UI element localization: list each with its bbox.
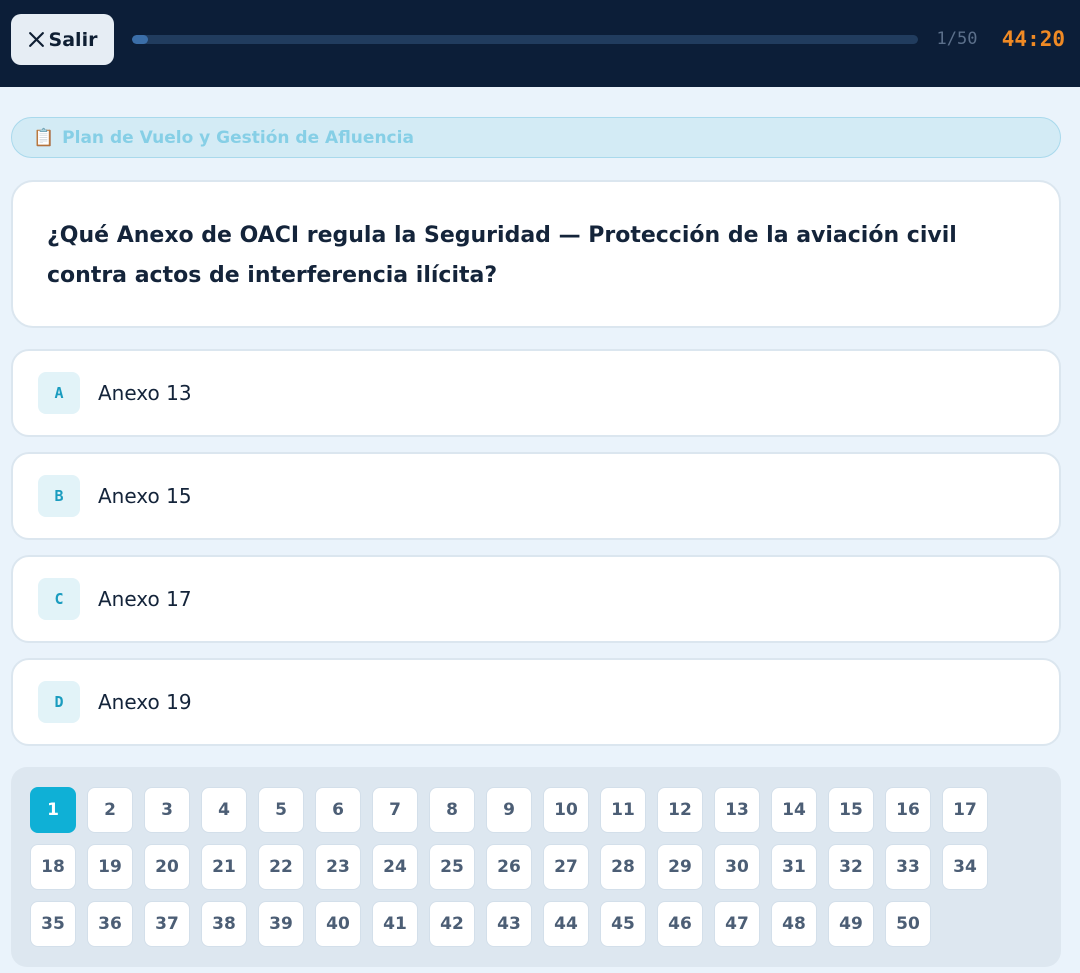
exit-button[interactable]: Salir (11, 14, 114, 65)
question-counter: 1/50 (936, 29, 978, 49)
question-nav-button-13[interactable]: 13 (714, 787, 760, 833)
category-label: Plan de Vuelo y Gestión de Afluencia (62, 127, 414, 148)
question-nav-button-42[interactable]: 42 (429, 901, 475, 947)
question-card: ¿Qué Anexo de OACI regula la Seguridad —… (11, 180, 1061, 328)
question-nav-button-37[interactable]: 37 (144, 901, 190, 947)
question-nav-button-10[interactable]: 10 (543, 787, 589, 833)
option-a[interactable]: A Anexo 13 (11, 349, 1061, 437)
question-nav-button-23[interactable]: 23 (315, 844, 361, 890)
question-nav-button-15[interactable]: 15 (828, 787, 874, 833)
option-d[interactable]: D Anexo 19 (11, 658, 1061, 746)
exit-label: Salir (48, 28, 98, 51)
option-c[interactable]: C Anexo 17 (11, 555, 1061, 643)
question-nav-button-5[interactable]: 5 (258, 787, 304, 833)
question-nav-button-6[interactable]: 6 (315, 787, 361, 833)
question-nav-button-38[interactable]: 38 (201, 901, 247, 947)
question-nav-button-8[interactable]: 8 (429, 787, 475, 833)
option-letter: A (38, 372, 80, 414)
question-nav-button-14[interactable]: 14 (771, 787, 817, 833)
question-nav-button-33[interactable]: 33 (885, 844, 931, 890)
question-nav-button-39[interactable]: 39 (258, 901, 304, 947)
question-nav-button-16[interactable]: 16 (885, 787, 931, 833)
option-letter: B (38, 475, 80, 517)
close-icon (28, 32, 44, 47)
question-nav-button-27[interactable]: 27 (543, 844, 589, 890)
question-nav-button-24[interactable]: 24 (372, 844, 418, 890)
option-letter: D (38, 681, 80, 723)
option-text: Anexo 15 (98, 484, 192, 508)
question-nav-button-32[interactable]: 32 (828, 844, 874, 890)
question-nav-button-35[interactable]: 35 (30, 901, 76, 947)
question-nav-button-3[interactable]: 3 (144, 787, 190, 833)
question-nav-button-34[interactable]: 34 (942, 844, 988, 890)
question-nav-button-30[interactable]: 30 (714, 844, 760, 890)
question-nav-button-20[interactable]: 20 (144, 844, 190, 890)
clipboard-icon: 📋 (33, 127, 55, 148)
question-nav-button-31[interactable]: 31 (771, 844, 817, 890)
question-nav-button-48[interactable]: 48 (771, 901, 817, 947)
question-nav-button-49[interactable]: 49 (828, 901, 874, 947)
question-nav-button-7[interactable]: 7 (372, 787, 418, 833)
category-badge: 📋 Plan de Vuelo y Gestión de Afluencia (11, 117, 1061, 158)
progress-bar (132, 35, 918, 44)
question-nav-button-4[interactable]: 4 (201, 787, 247, 833)
question-nav-button-11[interactable]: 11 (600, 787, 646, 833)
question-nav-button-29[interactable]: 29 (657, 844, 703, 890)
option-letter: C (38, 578, 80, 620)
option-text: Anexo 17 (98, 587, 192, 611)
countdown-timer: 44:20 (1001, 27, 1065, 51)
question-nav-button-21[interactable]: 21 (201, 844, 247, 890)
question-nav-button-22[interactable]: 22 (258, 844, 304, 890)
question-text: ¿Qué Anexo de OACI regula la Seguridad —… (47, 223, 957, 288)
question-nav-button-44[interactable]: 44 (543, 901, 589, 947)
top-bar: Salir 1/50 44:20 (0, 0, 1080, 87)
question-nav-button-45[interactable]: 45 (600, 901, 646, 947)
question-nav-button-41[interactable]: 41 (372, 901, 418, 947)
question-nav-button-26[interactable]: 26 (486, 844, 532, 890)
question-navigator: 1 2 3 4 5 6 7 8 9 10 11 12 13 14 15 16 17 18 19 20 21 22 23 24 2… (11, 767, 1061, 967)
question-nav-button-18[interactable]: 18 (30, 844, 76, 890)
question-nav-button-9[interactable]: 9 (486, 787, 532, 833)
question-nav-button-19[interactable]: 19 (87, 844, 133, 890)
option-text: Anexo 19 (98, 690, 192, 714)
question-nav-button-12[interactable]: 12 (657, 787, 703, 833)
option-text: Anexo 13 (98, 381, 192, 405)
question-nav-button-50[interactable]: 50 (885, 901, 931, 947)
question-nav-button-1[interactable]: 1 (30, 787, 76, 833)
option-b[interactable]: B Anexo 15 (11, 452, 1061, 540)
question-nav-button-17[interactable]: 17 (942, 787, 988, 833)
question-nav-button-46[interactable]: 46 (657, 901, 703, 947)
question-nav-button-28[interactable]: 28 (600, 844, 646, 890)
question-nav-button-36[interactable]: 36 (87, 901, 133, 947)
question-nav-button-43[interactable]: 43 (486, 901, 532, 947)
progress-fill (132, 35, 148, 44)
question-nav-button-40[interactable]: 40 (315, 901, 361, 947)
question-nav-button-2[interactable]: 2 (87, 787, 133, 833)
question-nav-button-25[interactable]: 25 (429, 844, 475, 890)
question-nav-button-47[interactable]: 47 (714, 901, 760, 947)
